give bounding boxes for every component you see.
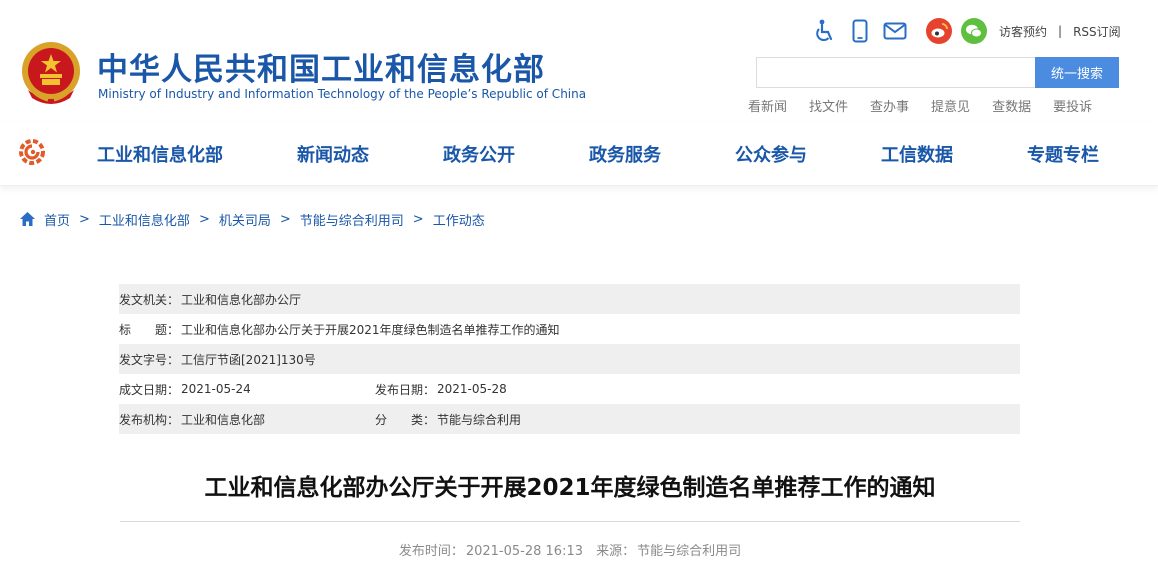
- breadcrumb-ministry[interactable]: 工业和信息化部: [99, 210, 190, 229]
- quick-link-services[interactable]: 查办事: [870, 96, 909, 115]
- breadcrumb: 首页 > 工业和信息化部 > 机关司局 > 节能与综合利用司 > 工作动态: [19, 209, 485, 229]
- breadcrumb-home[interactable]: 首页: [44, 210, 70, 229]
- nav-item-topics[interactable]: 专题专栏: [1027, 141, 1099, 167]
- org-value: 工业和信息化部: [181, 412, 266, 427]
- quick-link-data[interactable]: 查数据: [992, 96, 1031, 115]
- wechat-icon[interactable]: [961, 18, 987, 44]
- article-info: 发布时间： 2021-05-28 16:13 来源： 节能与综合利用司: [0, 540, 1140, 559]
- doc-no-label: 发文字号：: [119, 352, 180, 367]
- quick-link-complaint[interactable]: 要投诉: [1053, 96, 1092, 115]
- breadcrumb-separator: >: [412, 211, 424, 227]
- visitor-booking-link[interactable]: 访客预约: [999, 23, 1047, 40]
- mobile-icon[interactable]: [847, 18, 873, 44]
- site-title-en[interactable]: Ministry of Industry and Information Tec…: [98, 87, 586, 101]
- issuer-value: 工业和信息化部办公厅: [181, 292, 302, 307]
- title-value: 工业和信息化部办公厅关于开展2021年度绿色制造名单推荐工作的通知: [181, 322, 560, 337]
- nav-item-participation[interactable]: 公众参与: [735, 141, 807, 167]
- breadcrumb-departments[interactable]: 机关司局: [219, 210, 271, 229]
- article-title: 工业和信息化部办公厅关于开展2021年度绿色制造名单推荐工作的通知: [204, 475, 936, 501]
- search-button[interactable]: 统一搜索: [1035, 57, 1119, 88]
- category-value: 节能与综合利用: [437, 412, 522, 427]
- national-emblem-icon[interactable]: [20, 40, 82, 106]
- publish-time-value: 2021-05-28 16:13: [465, 544, 583, 559]
- meta-row-doc-no: 发文字号： 工信厅节函[2021]130号: [119, 344, 1020, 374]
- nav-item-ministry[interactable]: 工业和信息化部: [97, 141, 223, 167]
- created-date-label: 成文日期：: [119, 382, 180, 397]
- nav-item-gov-services[interactable]: 政务服务: [589, 141, 661, 167]
- breadcrumb-work-news[interactable]: 工作动态: [433, 210, 485, 229]
- source-value: 节能与综合利用司: [637, 544, 742, 559]
- rss-link[interactable]: RSS订阅: [1073, 23, 1121, 40]
- nav-item-news[interactable]: 新闻动态: [297, 141, 369, 167]
- article-divider: [120, 521, 1020, 522]
- quick-link-news[interactable]: 看新闻: [748, 96, 787, 115]
- org-label: 发布机构：: [119, 412, 180, 427]
- weibo-icon[interactable]: [926, 18, 952, 44]
- accessibility-icon[interactable]: [812, 18, 838, 44]
- meta-row-issuer: 发文机关： 工业和信息化部办公厅: [119, 284, 1020, 314]
- issuer-label: 发文机关：: [119, 292, 180, 307]
- meta-row-title: 标 题： 工业和信息化部办公厅关于开展2021年度绿色制造名单推荐工作的通知: [119, 314, 1020, 344]
- document-meta-table: 发文机关： 工业和信息化部办公厅 标 题： 工业和信息化部办公厅关于开展2021…: [119, 284, 1020, 434]
- breadcrumb-separator: >: [198, 211, 210, 227]
- published-date-value: 2021-05-28: [437, 382, 507, 396]
- meta-row-org: 发布机构： 工业和信息化部 分 类： 节能与综合利用: [119, 404, 1020, 434]
- published-date-label: 发布日期：: [375, 382, 436, 397]
- quick-link-files[interactable]: 找文件: [809, 96, 848, 115]
- nav-item-data[interactable]: 工信数据: [881, 141, 953, 167]
- category-label: 分 类：: [375, 412, 436, 427]
- created-date-value: 2021-05-24: [181, 382, 251, 396]
- breadcrumb-separator: >: [79, 211, 90, 227]
- site-header: 中华人民共和国工业和信息化部 Ministry of Industry and …: [0, 0, 1158, 122]
- main-nav: 工业和信息化部 新闻动态 政务公开 政务服务 公众参与 工信数据 专题专栏: [0, 122, 1158, 186]
- miit-logo-icon[interactable]: [17, 137, 47, 167]
- quick-link-feedback[interactable]: 提意见: [931, 96, 970, 115]
- breadcrumb-energy-dept[interactable]: 节能与综合利用司: [300, 210, 404, 229]
- source-label: 来源：: [596, 544, 636, 559]
- search-input[interactable]: [756, 57, 1035, 88]
- meta-row-dates: 成文日期： 2021-05-24 发布日期： 2021-05-28: [119, 374, 1020, 404]
- breadcrumb-separator: >: [279, 211, 291, 227]
- site-title-cn[interactable]: 中华人民共和国工业和信息化部: [97, 44, 545, 89]
- top-separator: |: [1058, 24, 1063, 38]
- top-toolbar: 访客预约 | RSS订阅: [812, 17, 1121, 45]
- title-label: 标 题：: [119, 322, 180, 337]
- quick-links: 看新闻 找文件 查办事 提意见 查数据 要投诉: [748, 96, 1114, 115]
- publish-time-label: 发布时间：: [398, 544, 464, 559]
- mail-icon[interactable]: [882, 18, 908, 44]
- doc-no-value: 工信厅节函[2021]130号: [181, 352, 316, 367]
- home-icon[interactable]: [19, 211, 36, 227]
- nav-item-gov-affairs[interactable]: 政务公开: [443, 141, 515, 167]
